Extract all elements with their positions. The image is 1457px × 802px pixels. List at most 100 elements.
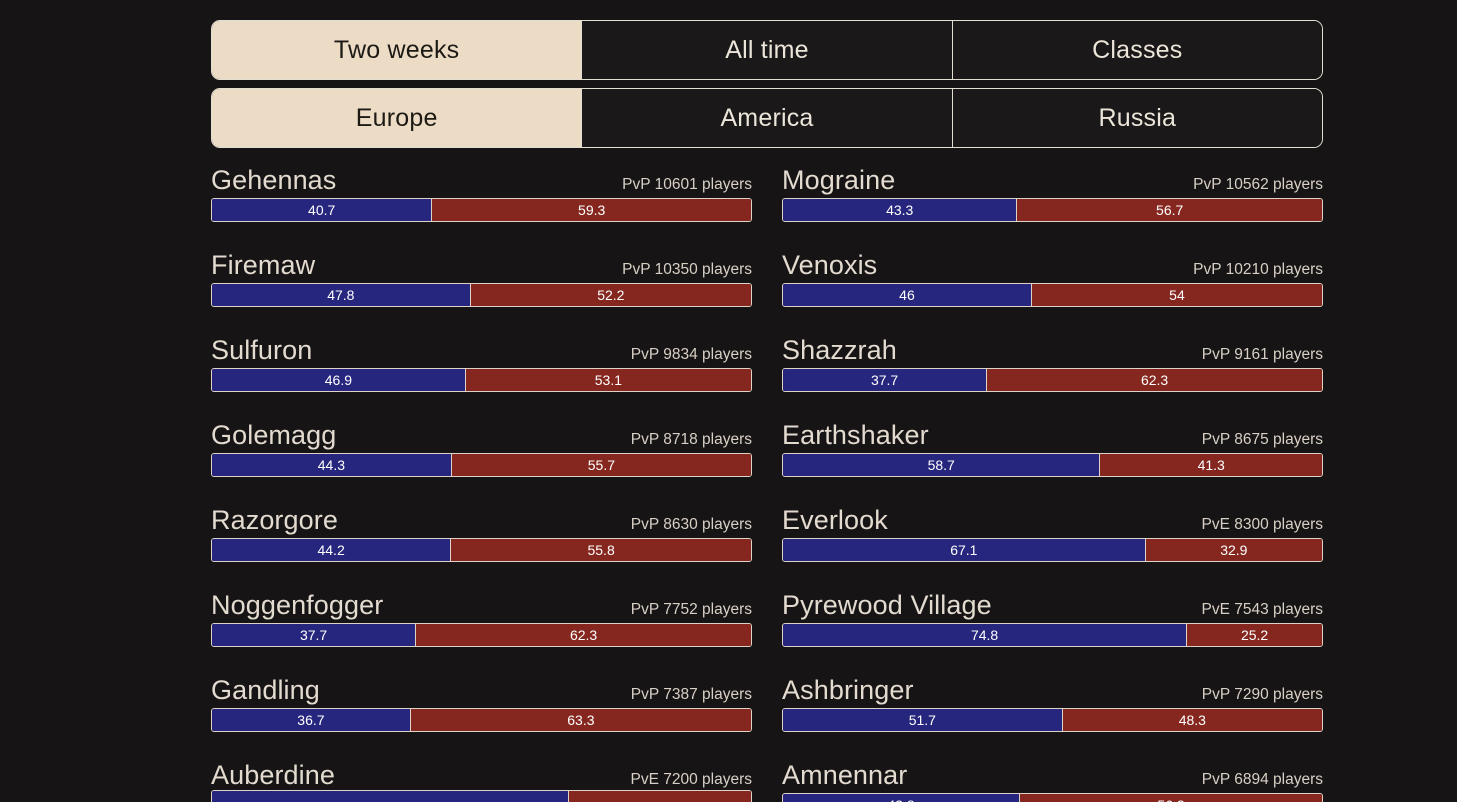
server-row[interactable] xyxy=(211,790,752,802)
faction-balance-bar: 46.9 53.1 xyxy=(211,368,752,392)
faction-balance-bar: 74.8 25.2 xyxy=(782,623,1323,647)
faction-balance-bar: 36.7 63.3 xyxy=(211,708,752,732)
alliance-segment: 74.8 xyxy=(783,624,1187,646)
server-row-header: Pyrewood Village PvE 7543 players xyxy=(782,590,1323,620)
alliance-segment: 44.2 xyxy=(212,539,451,561)
server-name: Auberdine xyxy=(211,760,335,790)
server-name: Ashbringer xyxy=(782,675,914,705)
server-row-header: Amnennar PvP 6894 players xyxy=(782,760,1323,790)
server-row[interactable]: Gehennas PvP 10601 players 40.7 59.3 xyxy=(211,165,752,222)
server-name: Shazzrah xyxy=(782,335,897,365)
alliance-segment: 44.3 xyxy=(212,454,451,476)
server-name: Venoxis xyxy=(782,250,878,280)
server-row[interactable]: Golemagg PvP 8718 players 44.3 55.7 xyxy=(211,420,752,477)
right-column: Mograine PvP 10562 players 43.3 56.7 Venoxis… xyxy=(782,165,1323,802)
horde-segment: 54 xyxy=(1030,284,1322,306)
alliance-segment: 37.7 xyxy=(783,369,987,391)
server-row[interactable]: Noggenfogger PvP 7752 players 37.7 62.3 xyxy=(211,590,752,647)
tab-classes[interactable]: Classes xyxy=(951,21,1322,79)
content-area: Two weeks All time Classes Europe America Rus… xyxy=(211,20,1323,802)
horde-segment: 53.1 xyxy=(464,369,751,391)
horde-segment: 55.8 xyxy=(450,539,751,561)
server-row[interactable]: Ashbringer PvP 7290 players 51.7 48.3 xyxy=(782,675,1323,732)
server-row[interactable]: Pyrewood Village PvE 7543 players 74.8 25.2 xyxy=(782,590,1323,647)
server-row[interactable]: Sulfuron PvP 9834 players 46.9 53.1 xyxy=(211,335,752,392)
tab-america[interactable]: America xyxy=(581,89,952,147)
server-row-header: Ashbringer PvP 7290 players xyxy=(782,675,1323,705)
tab-russia[interactable]: Russia xyxy=(951,89,1322,147)
tab-europe[interactable]: Europe xyxy=(212,89,582,147)
server-row[interactable]: Shazzrah PvP 9161 players 37.7 62.3 xyxy=(782,335,1323,392)
server-row-header: Venoxis PvP 10210 players xyxy=(782,250,1323,280)
tab-two-weeks[interactable]: Two weeks xyxy=(212,21,582,79)
server-row-header: Firemaw PvP 10350 players xyxy=(211,250,752,280)
faction-balance-bar xyxy=(211,790,752,802)
server-row[interactable]: Firemaw PvP 10350 players 47.8 52.2 xyxy=(211,250,752,307)
server-name: Golemagg xyxy=(211,420,337,450)
horde-segment: 56.2 xyxy=(1019,794,1322,802)
server-player-count: PvP 10562 players xyxy=(1193,176,1323,193)
server-name: Pyrewood Village xyxy=(782,590,992,620)
horde-segment: 56.7 xyxy=(1016,199,1322,221)
server-player-count: PvP 8630 players xyxy=(630,516,752,533)
alliance-segment: 67.1 xyxy=(783,539,1145,561)
horde-segment: 25.2 xyxy=(1186,624,1322,646)
server-row-header: Earthshaker PvP 8675 players xyxy=(782,420,1323,450)
server-row-header: Auberdine PvE 7200 players xyxy=(211,760,752,790)
faction-balance-bar: 67.1 32.9 xyxy=(782,538,1323,562)
server-row[interactable]: Razorgore PvP 8630 players 44.2 55.8 xyxy=(211,505,752,562)
alliance-segment: 46 xyxy=(783,284,1031,306)
server-row[interactable]: Venoxis PvP 10210 players 46 54 xyxy=(782,250,1323,307)
realm-population-page: Two weeks All time Classes Europe America Rus… xyxy=(0,0,1457,802)
server-player-count: PvP 7752 players xyxy=(630,601,752,618)
server-player-count: PvE 7543 players xyxy=(1201,601,1324,618)
left-column: Gehennas PvP 10601 players 40.7 59.3 Firemaw… xyxy=(211,165,752,802)
server-grid: Gehennas PvP 10601 players 40.7 59.3 Firemaw… xyxy=(211,165,1323,802)
alliance-segment: 43.8 xyxy=(783,794,1020,802)
server-name: Gandling xyxy=(211,675,320,705)
server-name: Noggenfogger xyxy=(211,590,384,620)
alliance-segment: 37.7 xyxy=(212,624,416,646)
server-row[interactable]: Amnennar PvP 6894 players 43.856.2 xyxy=(782,760,1323,802)
tab-all-time[interactable]: All time xyxy=(581,21,952,79)
horde-segment: 59.3 xyxy=(431,199,751,221)
server-player-count: PvP 9834 players xyxy=(630,346,752,363)
server-row-header: Shazzrah PvP 9161 players xyxy=(782,335,1323,365)
alliance-segment: 43.3 xyxy=(783,199,1017,221)
alliance-segment xyxy=(212,791,568,802)
horde-segment: 63.3 xyxy=(409,709,751,731)
period-tabs: Two weeks All time Classes xyxy=(211,20,1323,80)
server-player-count: PvP 7290 players xyxy=(1201,686,1323,703)
server-player-count: PvP 6894 players xyxy=(1201,771,1323,788)
server-row[interactable]: Everlook PvE 8300 players 67.1 32.9 xyxy=(782,505,1323,562)
server-player-count: PvP 10601 players xyxy=(622,176,752,193)
horde-segment: 32.9 xyxy=(1144,539,1322,561)
horde-segment: 55.7 xyxy=(450,454,751,476)
faction-balance-bar: 43.3 56.7 xyxy=(782,198,1323,222)
faction-balance-bar: 44.3 55.7 xyxy=(211,453,752,477)
server-row-header: Noggenfogger PvP 7752 players xyxy=(211,590,752,620)
faction-balance-bar: 37.7 62.3 xyxy=(211,623,752,647)
server-row-header: Gehennas PvP 10601 players xyxy=(211,165,752,195)
server-player-count: PvP 9161 players xyxy=(1201,346,1323,363)
faction-balance-bar: 47.8 52.2 xyxy=(211,283,752,307)
server-row-header: Razorgore PvP 8630 players xyxy=(211,505,752,535)
server-name: Everlook xyxy=(782,505,888,535)
horde-segment: 52.2 xyxy=(469,284,751,306)
server-player-count: PvP 10350 players xyxy=(622,261,752,278)
server-name: Amnennar xyxy=(782,760,908,790)
server-player-count: PvE 8300 players xyxy=(1201,516,1324,533)
server-name: Sulfuron xyxy=(211,335,313,365)
horde-segment: 48.3 xyxy=(1061,709,1322,731)
server-player-count: PvP 7387 players xyxy=(630,686,752,703)
server-row[interactable]: Mograine PvP 10562 players 43.3 56.7 xyxy=(782,165,1323,222)
alliance-segment: 46.9 xyxy=(212,369,465,391)
server-name: Razorgore xyxy=(211,505,338,535)
region-tabs: Europe America Russia xyxy=(211,88,1323,148)
server-row-header: Everlook PvE 8300 players xyxy=(782,505,1323,535)
server-name: Firemaw xyxy=(211,250,316,280)
server-player-count: PvP 8718 players xyxy=(630,431,752,448)
server-row[interactable]: Earthshaker PvP 8675 players 58.7 41.3 xyxy=(782,420,1323,477)
server-row[interactable]: Gandling PvP 7387 players 36.7 63.3 xyxy=(211,675,752,732)
partial-next-row xyxy=(211,790,752,802)
